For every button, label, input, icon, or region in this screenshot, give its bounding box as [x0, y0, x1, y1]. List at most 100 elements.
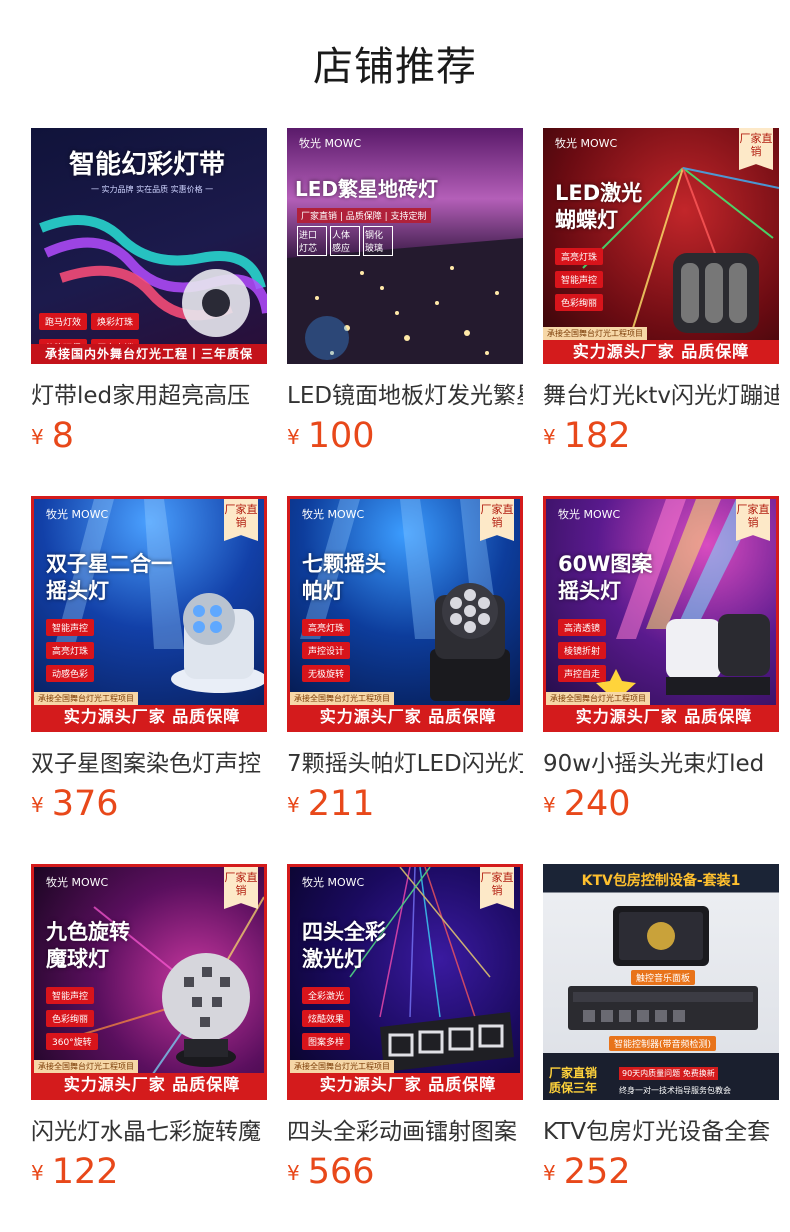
product-name[interactable]: 双子星图案染色灯声控	[31, 744, 267, 778]
product-image[interactable]: 牧光 MOWC 厂家直销 九色旋转 魔球灯 智能声控 色彩绚丽 360°旋转 承接…	[31, 864, 267, 1100]
corner-badge: 厂家直销	[739, 128, 773, 170]
feature-tag: 进口灯芯	[297, 226, 327, 256]
product-name[interactable]: 舞台灯光ktv闪光灯蹦迪	[543, 376, 779, 410]
product-card[interactable]: 牧光 MOWC 厂家直销 七颗摇头 帕灯 高亮灯珠 声控设计 无极旋转 承接全国舞…	[287, 496, 523, 824]
product-card[interactable]: KTV包房控制设备-套装1 触控音乐面板 智能控制器(带音频检测) 厂家直销 质…	[543, 864, 779, 1192]
feature-tag: 人体感应	[330, 226, 360, 256]
feature-tag: 声控设计	[302, 642, 351, 659]
price-value: 211	[307, 784, 375, 824]
image-sub-banner: 承接全国舞台灯光工程项目	[290, 1060, 394, 1073]
product-name[interactable]: 7颗摇头帕灯LED闪光灯	[287, 744, 523, 778]
price-value: 182	[563, 416, 631, 456]
feature-tag: 声控自走	[558, 665, 607, 682]
headline-line: 四头全彩	[302, 920, 386, 944]
product-name[interactable]: LED镜面地板灯发光繁星	[287, 376, 523, 410]
brand-logo: 牧光 MOWC	[555, 137, 618, 150]
feature-tag: 360°旋转	[46, 1033, 98, 1050]
product-price: ¥100	[287, 416, 375, 456]
product-card[interactable]: 智能幻彩灯带 一 实力品牌 实在品质 实惠价格 一 跑马灯效焕彩灯珠 节能环保厂…	[31, 128, 267, 456]
feature-tag: 高亮灯珠	[46, 642, 95, 659]
image-features: 智能声控 高亮灯珠 动感色彩	[46, 619, 95, 688]
image-bottom-bar: 实力源头厂家 品质保障	[546, 705, 776, 729]
image-bottom-bar: 承接国内外舞台灯光工程丨三年质保	[31, 344, 267, 364]
image-sub-banner: 承接全国舞台灯光工程项目	[34, 1060, 138, 1073]
currency-symbol: ¥	[31, 425, 44, 449]
brand-logo: 牧光 MOWC	[302, 876, 365, 889]
product-name[interactable]: 闪光灯水晶七彩旋转魔	[31, 1112, 267, 1146]
product-price: ¥122	[31, 1152, 119, 1192]
feature-tag: 无极旋转	[302, 665, 351, 682]
product-card[interactable]: 牧光 MOWC 厂家直销 LED激光 蝴蝶灯 高亮灯珠 智能声控 色彩绚丽 承接全…	[543, 128, 779, 456]
product-name[interactable]: 四头全彩动画镭射图案	[287, 1112, 523, 1146]
product-image[interactable]: 牧光 MOWC 厂家直销 七颗摇头 帕灯 高亮灯珠 声控设计 无极旋转 承接全国舞…	[287, 496, 523, 732]
product-card[interactable]: 牧光 MOWC LED繁星地砖灯 厂家直销 | 品质保障 | 支持定制 进口灯芯…	[287, 128, 523, 456]
corner-badge: 厂家直销	[224, 499, 258, 541]
feature-tag: 高亮灯珠	[302, 619, 351, 636]
price-value: 252	[563, 1152, 631, 1192]
product-card[interactable]: 牧光 MOWC 厂家直销 双子星二合一 摇头灯 智能声控 高亮灯珠 动感色彩 承接…	[31, 496, 267, 824]
brand-logo: 牧光 MOWC	[558, 508, 621, 521]
currency-symbol: ¥	[543, 1161, 556, 1185]
currency-symbol: ¥	[31, 1161, 44, 1185]
currency-symbol: ¥	[31, 793, 44, 817]
product-image[interactable]: 智能幻彩灯带 一 实力品牌 实在品质 实惠价格 一 跑马灯效焕彩灯珠 节能环保厂…	[31, 128, 267, 364]
product-card[interactable]: 牧光 MOWC 厂家直销 九色旋转 魔球灯 智能声控 色彩绚丽 360°旋转 承接…	[31, 864, 267, 1192]
headline-line: LED激光	[555, 181, 643, 205]
image-bottom-bar: 实力源头厂家 品质保障	[290, 705, 520, 729]
brand-logo: 牧光 MOWC	[46, 508, 109, 521]
currency-symbol: ¥	[543, 793, 556, 817]
headline-line: 摇头灯	[558, 579, 621, 603]
corner-badge: 厂家直销	[480, 867, 514, 909]
product-card[interactable]: 牧光 MOWC 厂家直销 四头全彩 激光灯 全彩激光 炫酷效果 图案多样 承接全国…	[287, 864, 523, 1192]
product-price: ¥211	[287, 784, 375, 824]
feature-tag: 钢化玻璃	[363, 226, 393, 256]
product-price: ¥240	[543, 784, 631, 824]
currency-symbol: ¥	[287, 1161, 300, 1185]
product-name[interactable]: KTV包房灯光设备全套	[543, 1112, 779, 1146]
product-image[interactable]: 牧光 MOWC 厂家直销 LED激光 蝴蝶灯 高亮灯珠 智能声控 色彩绚丽 承接全…	[543, 128, 779, 364]
product-image[interactable]: 牧光 MOWC 厂家直销 60W图案 摇头灯 高清透镜 棱镜折射 声控自走 承接全…	[543, 496, 779, 732]
image-headline: 双子星二合一 摇头灯	[46, 551, 172, 605]
image-sub-banner: 承接全国舞台灯光工程项目	[34, 692, 138, 705]
product-image[interactable]: 牧光 MOWC LED繁星地砖灯 厂家直销 | 品质保障 | 支持定制 进口灯芯…	[287, 128, 523, 364]
headline-line: 蝴蝶灯	[555, 208, 618, 232]
feature-tag: 智能声控	[46, 619, 95, 636]
headline-line: 摇头灯	[46, 579, 109, 603]
product-name[interactable]: 灯带led家用超亮高压	[31, 376, 267, 410]
product-price: ¥252	[543, 1152, 631, 1192]
product-card[interactable]: 牧光 MOWC 厂家直销 60W图案 摇头灯 高清透镜 棱镜折射 声控自走 承接全…	[543, 496, 779, 824]
headline-line: 七颗摇头	[302, 552, 386, 576]
feature-tag: 动感色彩	[46, 665, 95, 682]
feature-tag: 色彩绚丽	[46, 1010, 95, 1027]
feature-tag: 跑马灯效	[39, 313, 88, 330]
currency-symbol: ¥	[287, 793, 300, 817]
price-value: 100	[307, 416, 375, 456]
corner-badge: 厂家直销	[736, 499, 770, 541]
currency-symbol: ¥	[543, 425, 556, 449]
price-value: 240	[563, 784, 631, 824]
brand-logo: 牧光 MOWC	[46, 876, 109, 889]
headline-line: 帕灯	[302, 579, 344, 603]
feature-tag: 图案多样	[302, 1033, 351, 1050]
feature-tag: 炫酷效果	[302, 1010, 351, 1027]
image-tagline: 一 实力品牌 实在品质 实惠价格 一	[91, 185, 214, 194]
image-bottom-bar: 实力源头厂家 品质保障	[34, 1073, 264, 1097]
feature-tag: 色彩绚丽	[555, 294, 604, 311]
image-features: 进口灯芯人体感应钢化玻璃	[297, 226, 393, 256]
image-bottom-bar: 实力源头厂家 品质保障	[290, 1073, 520, 1097]
product-image[interactable]: 牧光 MOWC 厂家直销 双子星二合一 摇头灯 智能声控 高亮灯珠 动感色彩 承接…	[31, 496, 267, 732]
image-sub-banner: 承接全国舞台灯光工程项目	[546, 692, 650, 705]
product-image[interactable]: KTV包房控制设备-套装1 触控音乐面板 智能控制器(带音频检测) 厂家直销 质…	[543, 864, 779, 1100]
image-headline: LED繁星地砖灯	[295, 177, 439, 201]
image-headline: 四头全彩 激光灯	[302, 919, 386, 973]
brand-logo: 牧光 MOWC	[299, 137, 362, 150]
footer-right-top: 90天内质量问题 免费换新	[619, 1067, 718, 1080]
feature-tag: 智能声控	[555, 271, 604, 288]
product-name[interactable]: 90w小摇头光束灯led	[543, 744, 779, 778]
image-headline: 九色旋转 魔球灯	[46, 919, 130, 973]
image-features: 高亮灯珠 智能声控 色彩绚丽	[555, 248, 604, 317]
section-title: 店铺推荐	[313, 44, 477, 90]
product-image[interactable]: 牧光 MOWC 厂家直销 四头全彩 激光灯 全彩激光 炫酷效果 图案多样 承接全国…	[287, 864, 523, 1100]
feature-tag: 焕彩灯珠	[91, 313, 140, 330]
image-features: 智能声控 色彩绚丽 360°旋转	[46, 987, 98, 1056]
